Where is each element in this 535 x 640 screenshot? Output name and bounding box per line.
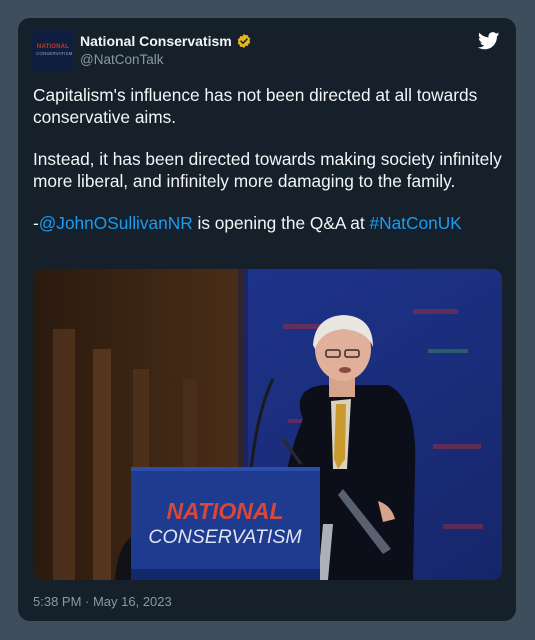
tweet-paragraph-2: Instead, it has been directed towards ma… bbox=[33, 149, 502, 191]
tweet-paragraph-3-middle: is opening the Q&A at bbox=[192, 213, 370, 233]
twitter-bird-icon[interactable] bbox=[477, 32, 500, 55]
avatar-logo-text: NATIONAL bbox=[36, 44, 70, 50]
verified-badge-icon bbox=[236, 33, 252, 52]
tweet-photo[interactable]: NATIONAL CONSERVATISM bbox=[33, 269, 502, 580]
avatar-logo-subtext: CONSERVATISM bbox=[36, 51, 73, 56]
tweet-text: Capitalism's influence has not been dire… bbox=[33, 84, 505, 254]
podium-line-1: NATIONAL bbox=[166, 498, 283, 524]
photo-scene: NATIONAL CONSERVATISM bbox=[33, 269, 502, 580]
mention-link[interactable]: @JohnOSullivanNR bbox=[39, 213, 193, 233]
tweet-paragraph-1: Capitalism's influence has not been dire… bbox=[33, 85, 478, 127]
tweet-paragraph-3: -@JohnOSullivanNR is opening the Q&A at … bbox=[33, 212, 505, 234]
tweet-header: NATIONAL CONSERVATISM National Conservat… bbox=[32, 30, 502, 82]
tweet-timestamp[interactable]: 5:38 PM · May 16, 2023 bbox=[33, 594, 172, 609]
hashtag-link[interactable]: #NatConUK bbox=[369, 213, 461, 233]
author-name[interactable]: National Conservatism bbox=[80, 33, 232, 49]
author-name-row: National Conservatism bbox=[80, 33, 252, 52]
author-handle[interactable]: @NatConTalk bbox=[80, 52, 164, 67]
tweet-card[interactable]: NATIONAL CONSERVATISM National Conservat… bbox=[18, 18, 516, 621]
avatar[interactable]: NATIONAL CONSERVATISM bbox=[32, 30, 74, 72]
podium-line-2: CONSERVATISM bbox=[148, 526, 302, 548]
